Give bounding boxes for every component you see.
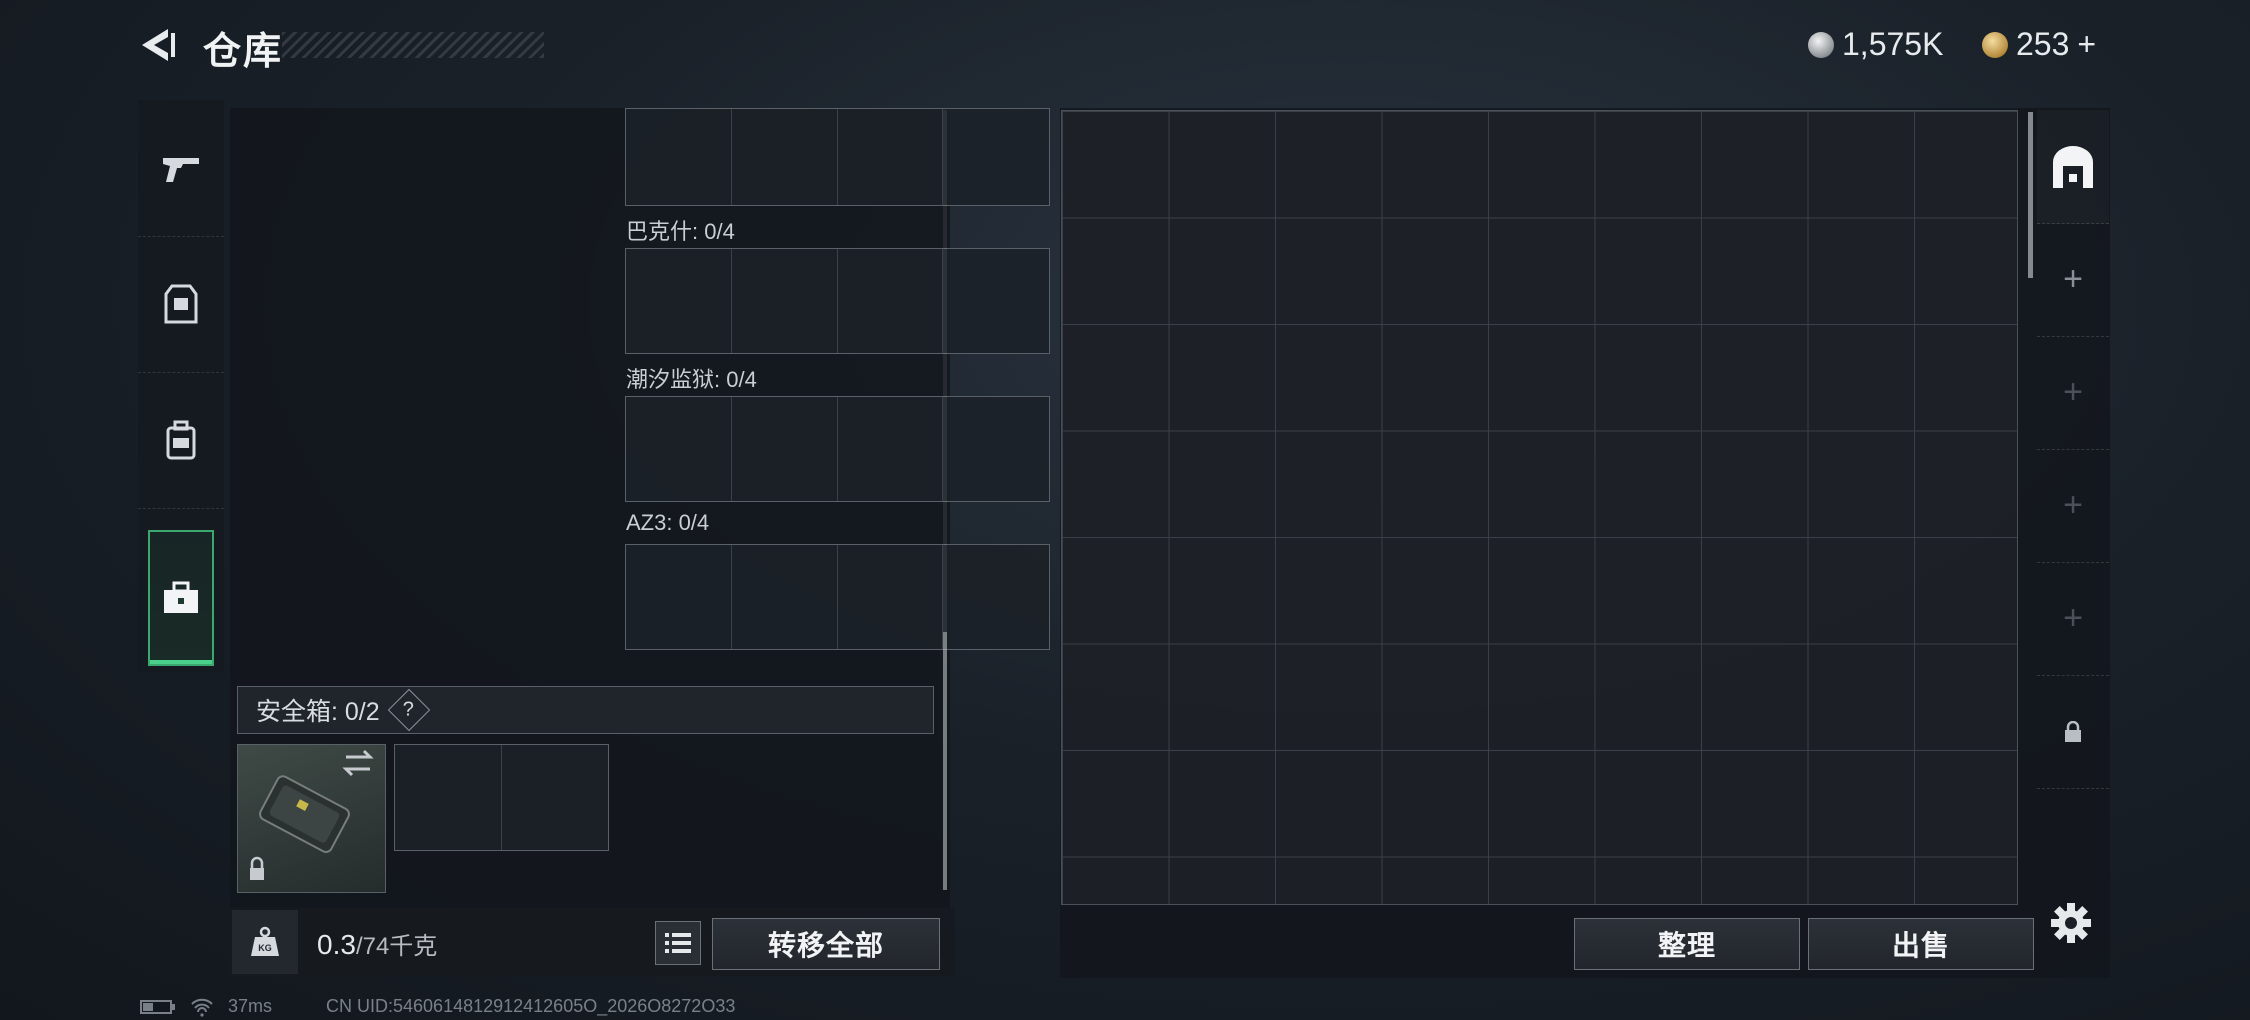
status-bar: 37ms CN UID:5460614812912412605O_2026O82… [140,996,735,1017]
weight-max: /74千克 [355,933,438,960]
stash-home-icon [2053,145,2093,188]
scrollbar-thumb[interactable] [943,632,947,890]
settings-button[interactable] [2048,900,2094,946]
ping-text: 37ms [228,996,273,1016]
gold-amount: 253 [2016,26,2070,62]
gold-currency[interactable]: 253 + [1982,26,2096,63]
weight-current: 0.3 [317,929,356,960]
list-view-button[interactable] [655,921,701,965]
add-currency-button[interactable]: + [2077,26,2096,63]
key-grid-az3[interactable] [625,544,1050,650]
stash-tab-add[interactable]: + [2037,336,2109,450]
stash-tab-add[interactable]: + [2037,449,2109,563]
key-grid-top[interactable] [625,108,1050,206]
safebox-slots[interactable] [394,744,609,851]
svg-text:KG: KG [258,943,272,953]
kg-weight-icon: KG [251,926,279,956]
toolbox-icon [164,581,198,613]
key-slot-label: 潮汐监狱: 0/4 [626,367,757,392]
uid-text: CN UID:5460614812912412605O_2026O8272O33 [326,996,736,1016]
backpack-icon [166,420,196,460]
lock-icon [2065,720,2081,742]
stash-tab-main[interactable] [2037,110,2109,224]
silver-coin-icon [1808,31,1834,58]
pistol-icon [163,158,199,182]
help-button[interactable]: ? [387,688,430,732]
help-icon: ? [403,698,415,721]
weight-readout: 0.3/74千克 [317,926,437,961]
stash-tab-locked[interactable] [2037,675,2109,789]
sort-button[interactable]: 整理 [1574,918,1800,970]
title-decoration [282,32,544,58]
safebox-label: 安全箱: 0/2 [256,698,380,726]
sell-button[interactable]: 出售 [1808,918,2034,970]
gold-coin-icon [1982,31,2008,58]
transfer-all-button[interactable]: 转移全部 [712,918,940,970]
stash-scrollbar[interactable] [2028,112,2033,278]
category-rail [138,100,224,672]
swap-icon [342,749,374,777]
stash-tab-add[interactable]: + [2037,223,2109,337]
rail-item-weapons[interactable] [138,100,224,237]
key-grid-bakhsh[interactable] [625,248,1050,354]
rail-item-armor[interactable] [138,236,224,373]
stash-tabs: + + + + [2037,110,2109,905]
battery-icon [140,999,175,1014]
key-grid-tidal-prison[interactable] [625,396,1050,502]
stash-tab-add[interactable]: + [2037,562,2109,676]
safebox-case-icon [250,749,374,880]
rail-item-backpack[interactable] [138,372,224,509]
rail-item-keys[interactable] [148,530,214,666]
key-slot-label: 巴克什: 0/4 [626,219,735,244]
silver-currency: 1,575K [1808,26,1943,63]
page-title: 仓库 [203,31,284,73]
back-button[interactable] [135,22,181,68]
safebox-header: 安全箱: 0/2 ? [237,686,934,734]
gear-icon [2051,903,2091,943]
armor-vest-icon [164,284,198,324]
weight-icon: KG [232,910,298,974]
key-slot-label: AZ3: 0/4 [626,510,710,535]
safebox-item[interactable] [237,744,386,893]
stash-grid[interactable] [1061,110,2018,905]
back-arrow-icon [142,29,175,61]
silver-amount: 1,575K [1842,26,1944,62]
list-icon [665,933,691,953]
wifi-icon [191,998,213,1017]
